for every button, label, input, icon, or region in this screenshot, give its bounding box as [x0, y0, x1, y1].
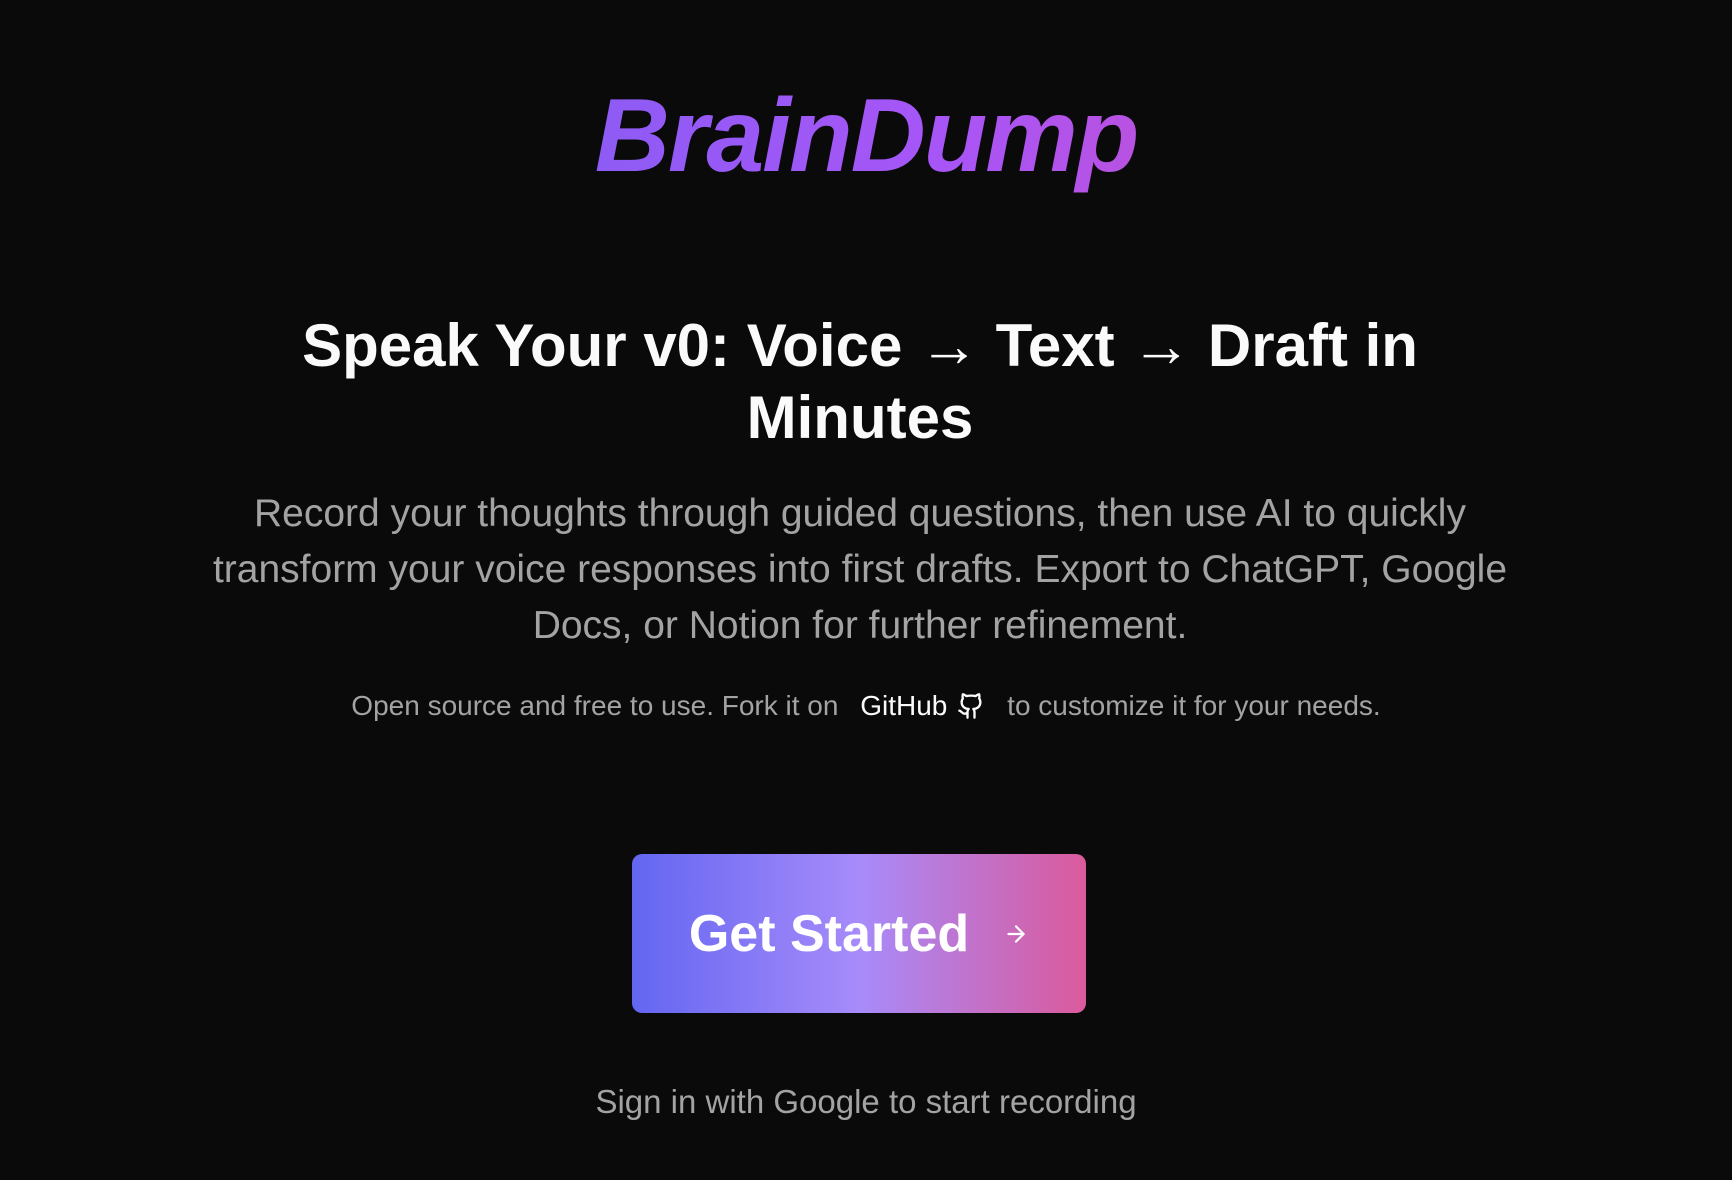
github-icon: [958, 693, 982, 719]
arrow-right-icon: [1003, 921, 1029, 947]
brand-logo: BrainDump: [0, 76, 1732, 196]
signin-hint: Sign in with Google to start recording: [595, 1083, 1137, 1120]
brand-logo-text: BrainDump: [594, 78, 1138, 194]
github-link[interactable]: GitHub: [860, 686, 985, 726]
open-source-prefix: Open source and free to use. Fork it on: [351, 690, 839, 721]
landing-page: BrainDump Speak Your v0: Voice → Text → …: [0, 0, 1732, 1180]
open-source-suffix: to customize it for your needs.: [1007, 690, 1381, 721]
get-started-label: Get Started: [688, 904, 970, 963]
get-started-button[interactable]: Get Started: [632, 854, 1086, 1013]
hero-headline: Speak Your v0: Voice → Text → Draft in M…: [302, 312, 1418, 451]
hero-description: Record your thoughts through guided ques…: [212, 492, 1508, 647]
open-source-note: Open source and free to use. Fork it on …: [0, 686, 1732, 726]
github-link-label: GitHub: [860, 690, 948, 721]
